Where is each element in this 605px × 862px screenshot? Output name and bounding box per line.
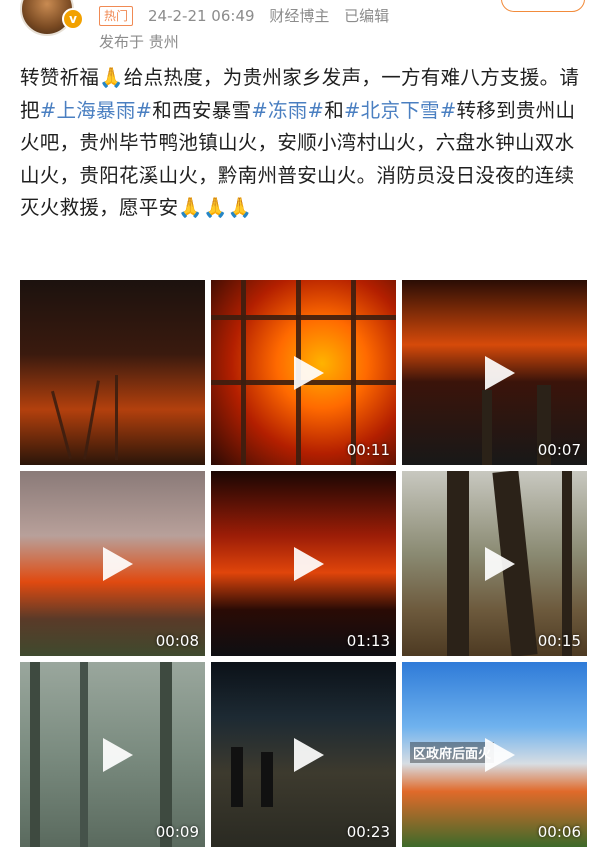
media-grid: 00:11 00:07 00:08 01:13 00:15 00:09 00:2… — [20, 280, 587, 852]
hashtag-link[interactable]: #冻雨# — [251, 99, 324, 122]
video-duration: 00:06 — [537, 823, 581, 841]
post-header: v 热门 24-2-21 06:49 财经博主 已编辑 发布于 贵州 — [0, 0, 605, 60]
play-icon[interactable] — [484, 737, 515, 772]
media-tile-2[interactable]: 00:11 — [211, 280, 396, 465]
media-tile-1[interactable] — [20, 280, 205, 465]
post-source[interactable]: 财经博主 — [269, 7, 329, 25]
play-icon[interactable] — [484, 355, 515, 390]
published-location: 发布于 贵州 — [99, 33, 179, 51]
hot-tag: 热门 — [99, 6, 134, 26]
media-tile-6[interactable]: 00:15 — [402, 471, 587, 656]
video-duration: 00:07 — [537, 441, 581, 459]
hashtag-link[interactable]: #上海暴雨# — [40, 99, 152, 122]
video-duration: 00:23 — [346, 823, 390, 841]
verified-badge-icon: v — [62, 8, 84, 30]
video-duration: 00:15 — [537, 632, 581, 650]
media-tile-9[interactable]: 区政府后面火 00:06 — [402, 662, 587, 847]
video-duration: 01:13 — [346, 632, 390, 650]
hashtag-link[interactable]: #北京下雪# — [344, 99, 456, 122]
media-tile-8[interactable]: 00:23 — [211, 662, 396, 847]
post-meta: 24-2-21 06:49 财经博主 已编辑 — [148, 5, 399, 26]
play-icon[interactable] — [293, 737, 324, 772]
video-duration: 00:09 — [155, 823, 199, 841]
post-text-segment: 转赞祈福 — [20, 66, 100, 89]
post-text-segment: 🙏🙏🙏 — [178, 196, 253, 219]
post-date: 24-2-21 06:49 — [148, 7, 255, 25]
play-icon[interactable] — [293, 546, 324, 581]
follow-button[interactable] — [501, 0, 585, 12]
play-icon[interactable] — [484, 546, 515, 581]
post-text-segment: 🙏 — [99, 66, 124, 89]
play-icon[interactable] — [102, 546, 133, 581]
media-tile-5[interactable]: 01:13 — [211, 471, 396, 656]
media-tile-7[interactable]: 00:09 — [20, 662, 205, 847]
play-icon[interactable] — [293, 355, 324, 390]
edited-label[interactable]: 已编辑 — [344, 7, 389, 25]
post-text: 转赞祈福🙏给点热度，为贵州家乡发声，一方有难八方支援。请把#上海暴雨#和西安暴雪… — [20, 62, 586, 225]
media-tile-3[interactable]: 00:07 — [402, 280, 587, 465]
video-duration: 00:11 — [346, 441, 390, 459]
post-text-segment: 和 — [324, 98, 345, 122]
media-tile-4[interactable]: 00:08 — [20, 471, 205, 656]
play-icon[interactable] — [102, 737, 133, 772]
post-text-segment: 和西安暴雪 — [152, 98, 252, 122]
video-duration: 00:08 — [155, 632, 199, 650]
video-caption: 区政府后面火 — [410, 742, 495, 763]
